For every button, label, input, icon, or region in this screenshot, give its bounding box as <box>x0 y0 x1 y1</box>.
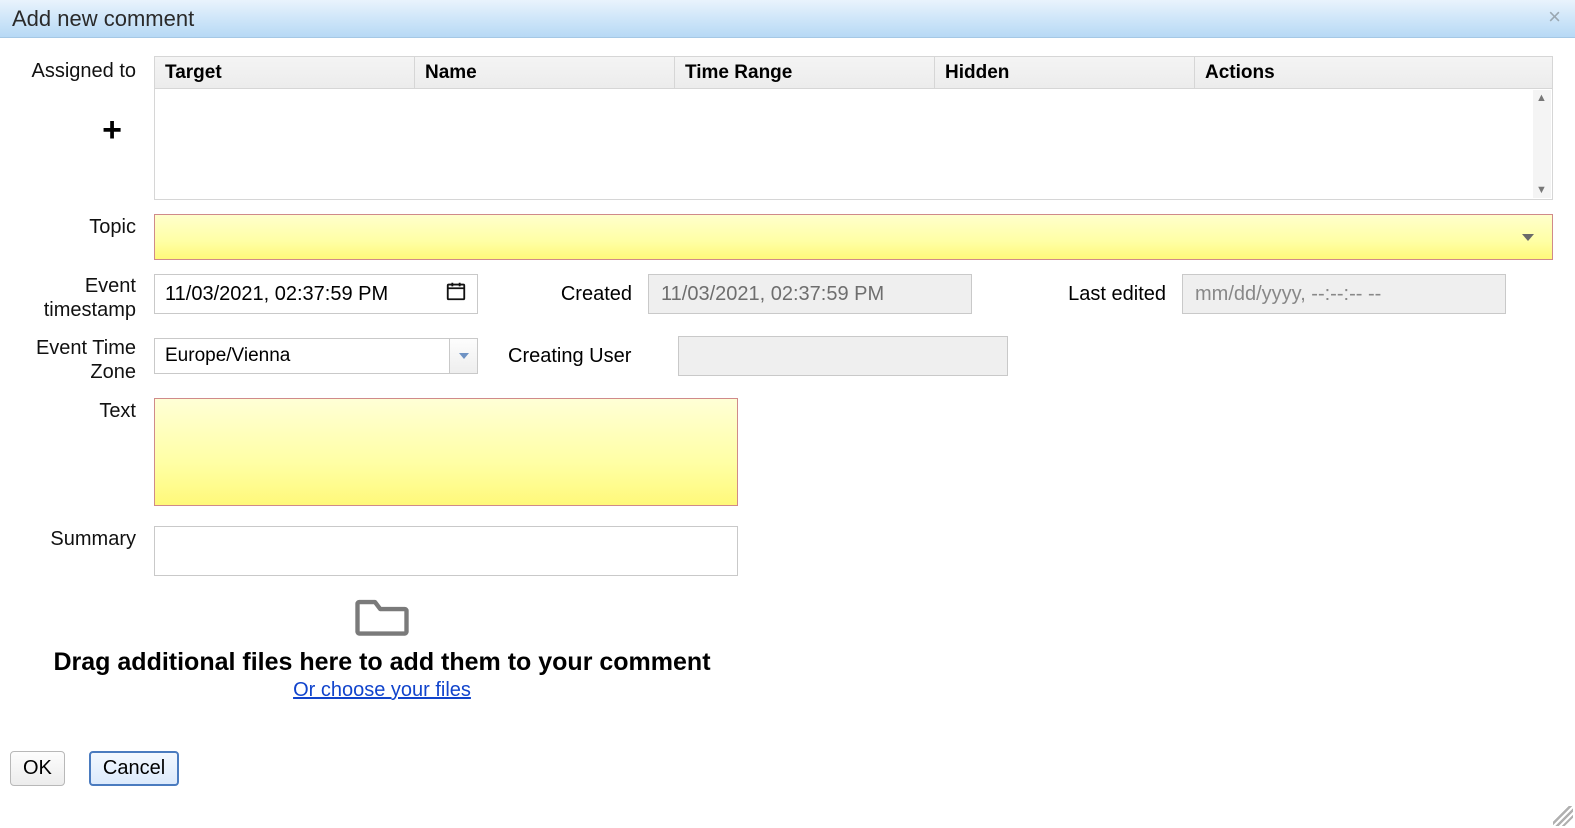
chevron-down-icon <box>459 353 469 359</box>
last-edited-placeholder: mm/dd/yyyy, --:--:-- -- <box>1195 283 1381 306</box>
summary-label: Summary <box>22 526 154 551</box>
folder-icon <box>22 594 742 644</box>
topic-dropdown[interactable] <box>154 214 1553 260</box>
assigned-to-label: Assigned to <box>31 56 136 83</box>
event-timezone-value: Europe/Vienna <box>165 345 290 367</box>
ok-button[interactable]: OK <box>10 751 65 786</box>
event-timezone-label: Event Time Zone <box>22 336 154 384</box>
assigned-to-table: Target Name Time Range Hidden Actions ▲ … <box>154 56 1553 200</box>
dropzone-title: Drag additional files here to add them t… <box>22 648 742 677</box>
col-time-range[interactable]: Time Range <box>675 57 935 88</box>
event-timezone-dropdown[interactable]: Europe/Vienna <box>154 338 478 374</box>
table-scrollbar[interactable]: ▲ ▼ <box>1533 90 1551 198</box>
text-textarea[interactable] <box>154 398 738 506</box>
col-actions[interactable]: Actions <box>1195 57 1552 88</box>
timezone-caret[interactable] <box>449 339 477 373</box>
close-icon[interactable]: × <box>1548 6 1561 28</box>
summary-input[interactable] <box>154 526 738 576</box>
dialog-titlebar[interactable]: Add new comment × <box>0 0 1575 38</box>
creating-user-label: Creating User <box>508 345 638 368</box>
dialog-title: Add new comment <box>12 6 194 32</box>
chevron-down-icon <box>1522 234 1534 241</box>
col-target[interactable]: Target <box>155 57 415 88</box>
last-edited-readonly: mm/dd/yyyy, --:--:-- -- <box>1182 274 1506 314</box>
topic-label: Topic <box>22 214 154 239</box>
file-dropzone[interactable]: Drag additional files here to add them t… <box>22 594 742 702</box>
add-assignee-button[interactable]: + <box>102 113 136 147</box>
event-timestamp-value: 11/03/2021, 02:37:59 PM <box>165 283 388 306</box>
choose-files-link[interactable]: Or choose your files <box>293 679 471 702</box>
last-edited-label: Last edited <box>1056 283 1166 306</box>
created-readonly: 11/03/2021, 02:37:59 PM <box>648 274 972 314</box>
created-label: Created <box>542 283 632 306</box>
cancel-button[interactable]: Cancel <box>89 751 179 786</box>
created-value: 11/03/2021, 02:37:59 PM <box>661 283 884 306</box>
event-timestamp-label: Event timestamp <box>22 274 154 322</box>
text-label: Text <box>22 398 154 423</box>
event-timestamp-input[interactable]: 11/03/2021, 02:37:59 PM <box>154 274 478 314</box>
scroll-down-icon[interactable]: ▼ <box>1536 184 1547 196</box>
creating-user-readonly <box>678 336 1008 376</box>
calendar-icon[interactable] <box>445 280 467 308</box>
scroll-up-icon[interactable]: ▲ <box>1536 92 1547 104</box>
resize-grip[interactable] <box>1553 806 1573 826</box>
col-name[interactable]: Name <box>415 57 675 88</box>
table-header-row: Target Name Time Range Hidden Actions <box>155 57 1552 89</box>
col-hidden[interactable]: Hidden <box>935 57 1195 88</box>
